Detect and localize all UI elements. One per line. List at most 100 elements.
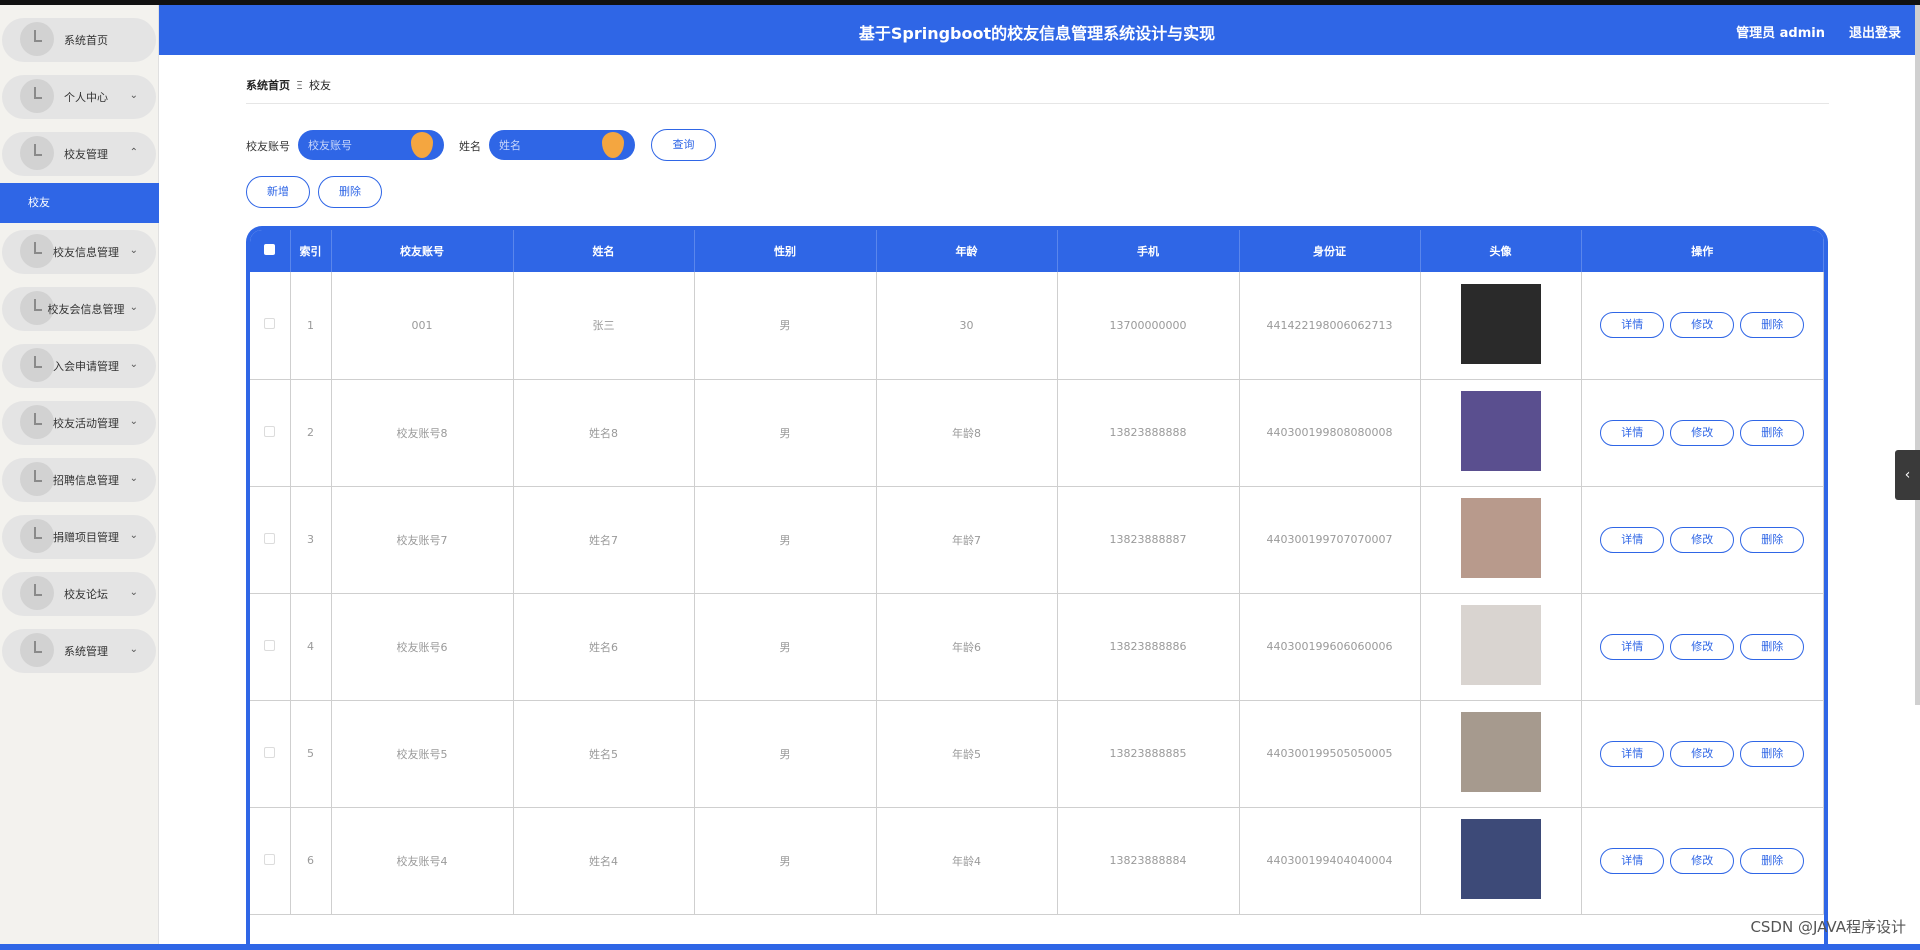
cell-id-card: 440300199505050005 (1239, 700, 1421, 808)
chevron-down-icon: ⌄ (129, 587, 138, 598)
delete-button[interactable]: 删除 (1740, 312, 1805, 339)
cell-id-card: 440300199808080008 (1239, 379, 1421, 487)
query-button[interactable]: 查询 (651, 129, 716, 161)
detail-button[interactable]: 详情 (1600, 847, 1665, 874)
delete-button[interactable]: 删除 (1740, 740, 1805, 767)
cell-age: 年龄4 (876, 807, 1058, 915)
row-checkbox[interactable] (264, 425, 276, 437)
cell-age: 年龄7 (876, 486, 1058, 594)
detail-button[interactable]: 详情 (1600, 312, 1665, 339)
divider (246, 103, 1829, 104)
cell-id-card: 440300199404040004 (1239, 807, 1421, 915)
cell-account: 001 (331, 272, 514, 380)
detail-button[interactable]: 详情 (1600, 526, 1665, 553)
cell-name: 姓名8 (513, 379, 695, 487)
table-row: 4 校友账号6 姓名6 男年龄6 13823888886 4403001996060600… (250, 593, 1824, 701)
batch-delete-button[interactable]: 删除 (318, 176, 382, 208)
sidebar-item-system-management[interactable]: 系统管理 ⌄ (2, 629, 156, 673)
table-row: 6 校友账号4 姓名4 男年龄4 13823888884 4403001994040400… (250, 807, 1824, 915)
cell-avatar (1420, 379, 1582, 487)
row-checkbox[interactable] (264, 532, 276, 544)
chevron-down-icon: ⌄ (129, 416, 138, 427)
row-select-cell[interactable] (250, 593, 291, 701)
sidebar-item-donation-projects[interactable]: 捐赠项目管理 ⌄ (2, 515, 156, 559)
sidebar-item-label: 个人中心 (64, 91, 108, 104)
sidebar-item-alumni-forum[interactable]: 校友论坛 ⌄ (2, 572, 156, 616)
cell-phone: 13823888884 (1057, 807, 1240, 915)
cell-index: 3 (290, 486, 332, 594)
column-header: 校友账号 (331, 230, 514, 272)
row-select-cell[interactable] (250, 272, 291, 380)
row-checkbox[interactable] (264, 853, 276, 865)
cell-index: 2 (290, 379, 332, 487)
cell-age: 年龄5 (876, 700, 1058, 808)
page-scrollbar[interactable] (1915, 5, 1920, 705)
cell-name: 姓名7 (513, 486, 695, 594)
alumni-table: 索引 校友账号 姓名 性别 年龄 手机 身份证 头像 操作 1 001 张三男 30 1… (246, 226, 1828, 944)
cell-id-card: 441422198006062713 (1239, 272, 1421, 380)
delete-button[interactable]: 删除 (1740, 633, 1805, 660)
add-button[interactable]: 新增 (246, 176, 310, 208)
cell-index: 6 (290, 807, 332, 915)
avatar[interactable] (1460, 712, 1541, 792)
avatar[interactable] (1460, 498, 1541, 578)
avatar[interactable] (1460, 605, 1541, 685)
row-select-cell[interactable] (250, 700, 291, 808)
cell-operations: 详情 修改 删除 (1581, 593, 1824, 701)
sidebar-item-association-info[interactable]: 校友会信息管理 ⌄ (2, 287, 156, 331)
avatar[interactable] (1460, 391, 1541, 471)
row-select-cell[interactable] (250, 379, 291, 487)
sidebar-item-alumni-management[interactable]: 校友管理 ⌃ (2, 132, 156, 176)
sidebar-item-alumni-info[interactable]: 校友信息管理 ⌄ (2, 230, 156, 274)
chevron-down-icon: ⌄ (129, 302, 138, 313)
edit-button[interactable]: 修改 (1670, 312, 1735, 339)
breadcrumb: 系统首页 Ξ 校友 (246, 77, 331, 93)
page-title: 基于Springboot的校友信息管理系统设计与实现 (858, 24, 1216, 43)
row-checkbox[interactable] (264, 318, 276, 330)
edit-button[interactable]: 修改 (1670, 633, 1735, 660)
edit-button[interactable]: 修改 (1670, 419, 1735, 446)
edit-button[interactable]: 修改 (1670, 847, 1735, 874)
row-checkbox[interactable] (264, 639, 276, 651)
cell-avatar (1420, 593, 1582, 701)
edit-button[interactable]: 修改 (1670, 740, 1735, 767)
table-row: 2 校友账号8 姓名8 男年龄8 13823888888 4403001998080800… (250, 379, 1824, 487)
cell-avatar (1420, 700, 1582, 808)
detail-button[interactable]: 详情 (1600, 419, 1665, 446)
row-select-cell[interactable] (250, 486, 291, 594)
sidebar-item-home[interactable]: 系统首页 (2, 18, 156, 62)
sidebar-item-membership-applications[interactable]: 入会申请管理 ⌄ (2, 344, 156, 388)
cell-avatar (1420, 272, 1582, 380)
sidebar-item-alumni-activities[interactable]: 校友活动管理 ⌄ (2, 401, 156, 445)
detail-button[interactable]: 详情 (1600, 633, 1665, 660)
column-header: 索引 (290, 230, 332, 272)
cell-gender: 男 (694, 486, 877, 594)
chevron-down-icon: ⌄ (129, 473, 138, 484)
select-all-header[interactable] (250, 230, 291, 272)
avatar[interactable] (1460, 819, 1541, 899)
sidebar-item-personal-center[interactable]: 个人中心 ⌄ (2, 75, 156, 119)
table-row: 1 001 张三男 30 13700000000 441422198006062713 详情… (250, 272, 1824, 380)
chevron-left-icon[interactable]: ‹ (1895, 450, 1920, 500)
row-select-cell[interactable] (250, 807, 291, 915)
logout-link[interactable]: 退出登录 (1849, 22, 1901, 41)
row-checkbox[interactable] (264, 746, 276, 758)
sidebar-item-label: 入会申请管理 (53, 360, 119, 373)
detail-button[interactable]: 详情 (1600, 740, 1665, 767)
chevron-down-icon: ⌄ (129, 644, 138, 655)
sidebar-item-label: 校友会信息管理 (47, 303, 125, 316)
current-user: 管理员 admin (1736, 26, 1825, 41)
breadcrumb-home[interactable]: 系统首页 (246, 79, 290, 92)
sidebar-subitem-alumni[interactable]: 校友 (0, 183, 159, 223)
avatar[interactable] (1460, 283, 1541, 364)
edit-button[interactable]: 修改 (1670, 526, 1735, 553)
delete-button[interactable]: 删除 (1740, 526, 1805, 553)
select-all-checkbox[interactable] (264, 244, 276, 255)
cell-age: 年龄8 (876, 379, 1058, 487)
cell-account: 校友账号7 (331, 486, 514, 594)
delete-button[interactable]: 删除 (1740, 419, 1805, 446)
sidebar-item-label: 校友活动管理 (53, 417, 119, 430)
sidebar-item-recruitment[interactable]: 招聘信息管理 ⌄ (2, 458, 156, 502)
sidebar-item-label: 捐赠项目管理 (53, 531, 119, 544)
delete-button[interactable]: 删除 (1740, 847, 1805, 874)
